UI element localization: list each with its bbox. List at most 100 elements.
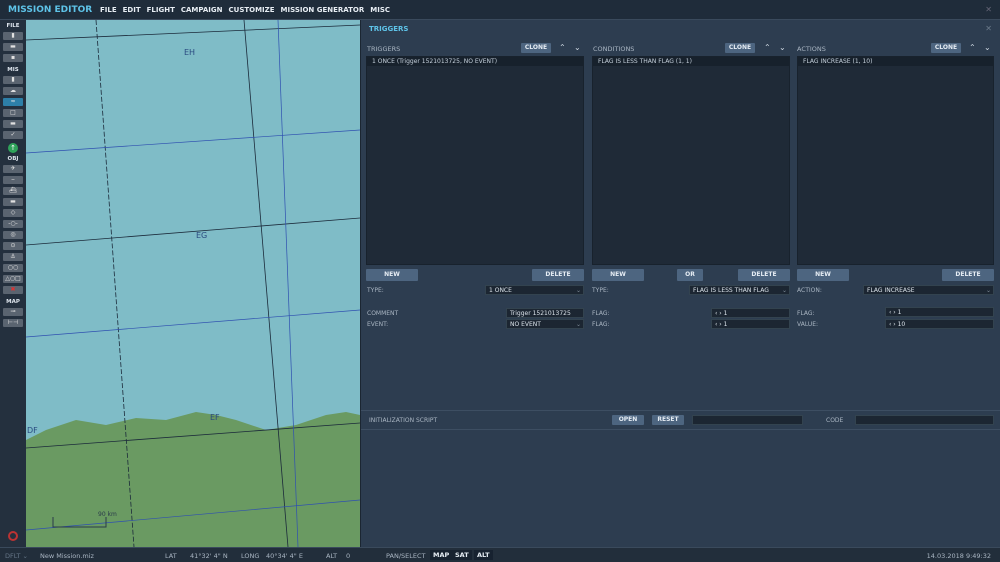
- app-title: MISSION EDITOR: [8, 5, 93, 15]
- ruler-icon[interactable]: ⊢⊣: [3, 319, 23, 327]
- file-section-label: FILE: [6, 23, 20, 29]
- move-down-icon[interactable]: ⌄: [779, 43, 786, 52]
- menu-file[interactable]: FILE: [100, 6, 117, 14]
- event-label: EVENT:: [367, 321, 389, 328]
- triggers-delete-button[interactable]: DELETE: [532, 269, 584, 281]
- conditions-clone-button[interactable]: CLONE: [725, 43, 755, 53]
- actions-new-button[interactable]: NEW: [797, 269, 849, 281]
- actions-delete-button[interactable]: DELETE: [942, 269, 994, 281]
- triggers-clone-button[interactable]: CLONE: [521, 43, 551, 53]
- scale-label: 90 km: [98, 511, 117, 518]
- triggers-new-button[interactable]: NEW: [366, 269, 418, 281]
- menu-campaign[interactable]: CAMPAIGN: [181, 6, 223, 14]
- triggers-list[interactable]: 1 ONCE (Trigger 1521013725, NO EVENT): [366, 56, 584, 265]
- code-label: CODE: [826, 417, 844, 424]
- move-up-icon[interactable]: ⌃: [559, 43, 566, 52]
- file-name: New Mission.miz: [40, 552, 94, 560]
- shapes-icon[interactable]: △○□: [3, 275, 23, 283]
- globe-icon[interactable]: [8, 531, 18, 541]
- profile-select[interactable]: DFLT ⌄: [5, 552, 28, 560]
- key-icon[interactable]: ⊸: [3, 308, 23, 316]
- map-canvas[interactable]: EH EG EF DF 90 km: [26, 20, 360, 547]
- conditions-list[interactable]: FLAG IS LESS THAN FLAG (1, 1): [592, 56, 790, 265]
- chevron-down-icon: ⌄: [985, 287, 991, 294]
- actions-list[interactable]: FLAG INCREASE (1, 10): [797, 56, 994, 265]
- lat-value: 41°32' 4" N: [190, 552, 228, 560]
- resources-icon[interactable]: □: [3, 109, 23, 117]
- code-input[interactable]: [855, 415, 994, 425]
- conditions-new-button[interactable]: NEW: [592, 269, 644, 281]
- new-file-icon[interactable]: ▮: [3, 32, 23, 40]
- flag1-stepper[interactable]: ‹ › 1: [711, 308, 790, 318]
- fly-icon[interactable]: ↑: [8, 143, 18, 153]
- long-value: 40°34' 4" E: [266, 552, 303, 560]
- move-down-icon[interactable]: ⌄: [574, 43, 581, 52]
- flag2-stepper[interactable]: ‹ › 1: [711, 319, 790, 329]
- target-icon[interactable]: ⊙: [3, 242, 23, 250]
- trigger-type-value: 1 ONCE: [489, 287, 512, 294]
- conditions-label: CONDITIONS: [593, 45, 635, 53]
- ship-icon[interactable]: ⛴: [3, 187, 23, 195]
- action-select[interactable]: FLAG INCREASE ⌄: [863, 285, 994, 295]
- menu-flight[interactable]: FLIGHT: [147, 6, 175, 14]
- init-script-input[interactable]: [692, 415, 803, 425]
- weather-icon[interactable]: ☁: [3, 87, 23, 95]
- helicopter-icon[interactable]: ⎯: [3, 176, 23, 184]
- lat-label: LAT: [165, 552, 177, 560]
- obj-section-label: OBJ: [7, 156, 19, 162]
- flag-label: FLAG:: [592, 310, 610, 317]
- reset-button[interactable]: RESET: [652, 415, 684, 425]
- menu-edit[interactable]: EDIT: [123, 6, 141, 14]
- sat-mode-button[interactable]: SAT: [452, 550, 472, 560]
- briefing-icon[interactable]: ▮: [3, 76, 23, 84]
- waypoint-icon[interactable]: -○-: [3, 220, 23, 228]
- open-folder-icon[interactable]: ▬: [3, 43, 23, 51]
- conditions-delete-button[interactable]: DELETE: [738, 269, 790, 281]
- alt-value: 0: [346, 552, 351, 560]
- action-value-stepper[interactable]: ‹ › 10: [885, 319, 994, 329]
- goals-icon[interactable]: ▬: [3, 120, 23, 128]
- list-item[interactable]: 1 ONCE (Trigger 1521013725, NO EVENT): [367, 57, 583, 66]
- menu-mission-generator[interactable]: MISSION GENERATOR: [281, 6, 365, 14]
- check-icon[interactable]: ✓: [3, 131, 23, 139]
- action-flag-stepper[interactable]: ‹ › 1: [885, 307, 994, 317]
- close-icon[interactable]: ✕: [985, 24, 992, 33]
- list-item[interactable]: FLAG INCREASE (1, 10): [798, 57, 993, 66]
- close-icon[interactable]: ✕: [985, 5, 992, 14]
- alt-label: ALT: [326, 552, 338, 560]
- flag-label: FLAG:: [797, 310, 815, 317]
- flag-label: FLAG:: [592, 321, 610, 328]
- vehicle-icon[interactable]: ▬: [3, 198, 23, 206]
- menu-misc[interactable]: MISC: [370, 6, 390, 14]
- open-button[interactable]: OPEN: [612, 415, 644, 425]
- save-icon[interactable]: ▪: [3, 54, 23, 62]
- type-label: TYPE:: [367, 287, 384, 294]
- static-icon[interactable]: ⚓: [3, 253, 23, 261]
- menu-customize[interactable]: CUSTOMIZE: [229, 6, 275, 14]
- move-down-icon[interactable]: ⌄: [984, 43, 991, 52]
- event-select[interactable]: NO EVENT ⌄: [506, 319, 584, 329]
- trigger-type-select[interactable]: 1 ONCE ⌄: [485, 285, 584, 295]
- map-view[interactable]: EH EG EF DF 90 km: [26, 20, 360, 547]
- alt-mode-button[interactable]: ALT: [474, 550, 493, 560]
- conditions-or-button[interactable]: OR: [677, 269, 703, 281]
- group-icon[interactable]: ◇: [3, 209, 23, 217]
- comment-input[interactable]: Trigger 1521013725: [506, 308, 584, 318]
- chevron-down-icon: ⌄: [575, 321, 581, 328]
- list-item[interactable]: FLAG IS LESS THAN FLAG (1, 1): [593, 57, 789, 66]
- chevron-down-icon: ⌄: [781, 287, 787, 294]
- zone-icon[interactable]: ◎: [3, 231, 23, 239]
- plane-icon[interactable]: ✈: [3, 165, 23, 173]
- move-up-icon[interactable]: ⌃: [764, 43, 771, 52]
- triggers-icon[interactable]: ≈: [3, 98, 23, 106]
- pan-select-button[interactable]: PAN/SELECT: [386, 552, 425, 560]
- actions-clone-button[interactable]: CLONE: [931, 43, 961, 53]
- template-icon[interactable]: ○○: [3, 264, 23, 272]
- sidebar: FILE ▮ ▬ ▪ MIS ▮ ☁ ≈ □ ▬ ✓ ↑ OBJ ✈ ⎯ ⛴ ▬…: [0, 20, 26, 547]
- comment-label: COMMENT: [367, 310, 399, 317]
- triggers-label: TRIGGERS: [367, 45, 401, 53]
- move-up-icon[interactable]: ⌃: [969, 43, 976, 52]
- condition-type-select[interactable]: FLAG IS LESS THAN FLAG ⌄: [689, 285, 790, 295]
- delete-icon[interactable]: ✖: [3, 286, 23, 294]
- map-mode-button[interactable]: MAP: [430, 550, 453, 560]
